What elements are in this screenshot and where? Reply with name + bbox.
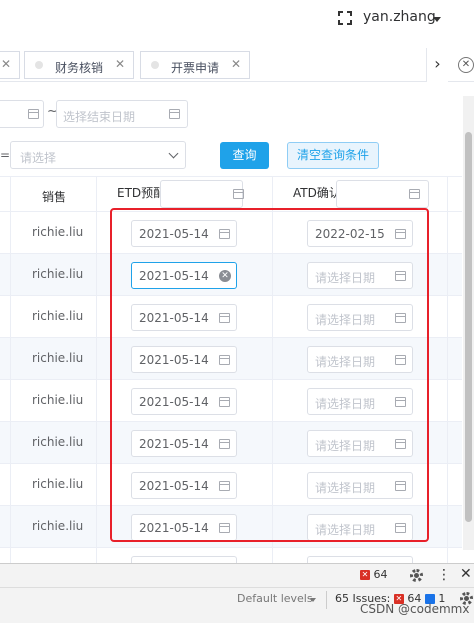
caret-down-icon xyxy=(310,598,316,602)
username-dropdown[interactable]: yan.zhang xyxy=(363,9,436,25)
error-count-badge[interactable]: ✕ 64 xyxy=(360,568,388,583)
app-root: yan.zhang ✕ 财务核销 ✕ 开票申请 ✕ › ✕ ~ 选择结束日期 =… xyxy=(0,0,474,623)
vertical-scrollbar[interactable] xyxy=(463,96,474,550)
column-header-atd: ATD确认 xyxy=(293,186,341,200)
tabs-bar: ✕ 财务核销 ✕ 开票申请 ✕ xyxy=(0,48,474,82)
tab-finance-writeoff[interactable]: 财务核销 ✕ xyxy=(24,51,134,79)
tab-close-icon[interactable]: ✕ xyxy=(115,57,125,71)
end-date-input[interactable]: 选择结束日期 xyxy=(56,100,188,128)
cell-sales: richie.liu xyxy=(32,393,84,407)
fullscreen-icon[interactable] xyxy=(338,11,352,25)
atd-header-date-filter[interactable] xyxy=(336,180,429,208)
calendar-icon xyxy=(28,109,39,119)
start-date-input[interactable] xyxy=(0,100,44,128)
devtools-console-bar: Default levels 65 Issues: ✕ 64 1 CSDN @c… xyxy=(0,587,474,623)
more-options-icon[interactable]: ⋮ xyxy=(437,567,451,583)
end-date-placeholder: 选择结束日期 xyxy=(63,110,136,124)
calendar-icon xyxy=(233,189,244,199)
filter-label-fragment: = xyxy=(0,148,11,162)
cell-sales: richie.liu xyxy=(32,477,84,491)
column-divider xyxy=(447,176,448,563)
tab-close-icon[interactable]: ✕ xyxy=(231,57,241,71)
column-header-etd: ETD预配 xyxy=(117,186,166,200)
cell-sales: richie.liu xyxy=(32,351,84,365)
filter-select[interactable]: 请选择 xyxy=(10,141,186,169)
watermark: CSDN @codemmx xyxy=(360,602,470,616)
column-divider xyxy=(96,176,97,563)
table-header: 销售 ETD预配 ATD确认 xyxy=(0,176,462,212)
error-icon: ✕ xyxy=(360,570,370,580)
cell-sales: richie.liu xyxy=(32,435,84,449)
tab-partial[interactable]: ✕ xyxy=(0,51,20,79)
close-all-tabs-icon[interactable]: ✕ xyxy=(458,57,474,73)
calendar-icon xyxy=(409,189,420,199)
tabs-scroll-right-icon[interactable]: › xyxy=(426,48,448,82)
settings-gear-icon[interactable] xyxy=(410,569,423,582)
column-divider xyxy=(10,176,11,563)
scrollbar-thumb[interactable] xyxy=(465,132,472,522)
column-header-sales: 销售 xyxy=(42,190,67,204)
tab-close-icon[interactable]: ✕ xyxy=(1,57,11,71)
tab-label: 开票申请 xyxy=(171,61,220,75)
tab-status-dot xyxy=(35,61,43,69)
etd-header-date-filter[interactable] xyxy=(160,180,244,208)
query-button[interactable]: 查询 xyxy=(220,142,269,169)
tab-status-dot xyxy=(151,61,159,69)
tab-invoice-request[interactable]: 开票申请 ✕ xyxy=(140,51,250,79)
cell-sales: richie.liu xyxy=(32,267,84,281)
top-header: yan.zhang xyxy=(0,0,474,48)
chevron-down-icon xyxy=(168,148,179,159)
log-levels-dropdown[interactable]: Default levels xyxy=(237,592,313,605)
separator xyxy=(326,591,327,609)
highlight-annotation xyxy=(110,208,429,542)
close-devtools-icon[interactable]: ✕ xyxy=(460,566,472,582)
error-count: 64 xyxy=(373,568,388,581)
cell-sales: richie.liu xyxy=(32,309,84,323)
devtools-toolbar: ✕ 64 ⋮ ✕ xyxy=(0,563,474,587)
select-placeholder: 请选择 xyxy=(20,151,57,165)
caret-down-icon[interactable] xyxy=(433,17,441,22)
clear-query-button[interactable]: 清空查询条件 xyxy=(287,142,379,169)
calendar-icon xyxy=(169,109,180,119)
cell-sales: richie.liu xyxy=(32,225,84,239)
tab-label: 财务核销 xyxy=(55,61,104,75)
cell-sales: richie.liu xyxy=(32,519,84,533)
table-row-partial xyxy=(0,548,462,566)
